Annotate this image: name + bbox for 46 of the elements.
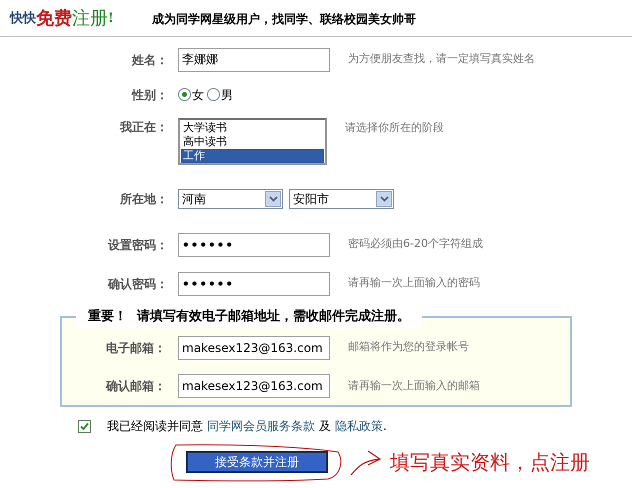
input-field[interactable]: •••••• (178, 232, 330, 256)
hint-text: 请再输一次上面输入的邮箱 (348, 378, 480, 394)
field-label: 确认密码： (106, 276, 169, 292)
list-option[interactable]: 大学读书 (181, 121, 324, 135)
list-box[interactable]: 大学读书 高中读书 工作 (178, 118, 327, 165)
list-option[interactable]: 高中读书 (181, 135, 324, 149)
agreement-text: 我已经阅读并同意 (107, 418, 203, 435)
dropdown[interactable]: 安阳市 (289, 189, 394, 209)
input-field[interactable]: makesex123@163.com (178, 336, 330, 360)
privacy-link[interactable]: 隐私政策 (335, 417, 383, 435)
logo-text: ! (108, 10, 114, 28)
dropdown[interactable]: 河南 (178, 189, 283, 209)
radio-button[interactable] (178, 88, 191, 101)
logo-text: 注册 (72, 10, 108, 28)
radio-button[interactable] (207, 88, 220, 101)
field-label: 所在地： (119, 191, 169, 208)
submit-button[interactable]: 接受条款并注册 (186, 451, 328, 473)
input-field[interactable]: makesex123@163.com (178, 374, 330, 398)
input-field[interactable]: 李娜娜 (178, 48, 330, 72)
logo-text: 免费 (36, 10, 72, 28)
field-label: 设置密码： (106, 236, 169, 254)
legend-text: 请填写有效电子邮箱地址，需收邮件完成注册。 (137, 308, 410, 326)
chevron-icon (376, 191, 392, 207)
field-label: 性别： (130, 86, 169, 104)
legend-text: 重要！ (88, 308, 127, 326)
radio-label: 男 (221, 86, 233, 104)
hint-text: 邮箱将作为您的登录帐号 (348, 339, 469, 356)
terms-link[interactable]: 同学网会员服务条款 (207, 417, 315, 435)
checkbox[interactable] (78, 420, 91, 432)
hint-text: 请再输一次上面输入的密码 (348, 275, 480, 292)
hint-text: 密码必须由6-20个字符组成 (348, 236, 483, 252)
field-label: 电子邮箱： (105, 340, 167, 357)
annotation-text: 填写真实资料，点注册 (390, 449, 590, 476)
agreement-text: 及 (319, 418, 331, 435)
input-field[interactable]: •••••• (178, 272, 330, 296)
list-option[interactable]: 工作 (181, 149, 324, 163)
agreement-text: . (383, 418, 387, 435)
logo-text: 快快 (10, 10, 36, 28)
hint-text: 请选择你所在的阶段 (345, 120, 444, 136)
slogan: 成为同学网星级用户，找同学、联络校园美女帅哥 (152, 11, 416, 28)
chevron-icon (265, 191, 281, 207)
field-label: 确认邮箱： (104, 378, 167, 395)
field-label: 姓名： (130, 52, 169, 68)
field-label: 我正在： (118, 119, 169, 136)
hint-text: 为方便朋友查找，请一定填写真实姓名 (348, 51, 535, 68)
radio-label: 女 (192, 86, 204, 104)
